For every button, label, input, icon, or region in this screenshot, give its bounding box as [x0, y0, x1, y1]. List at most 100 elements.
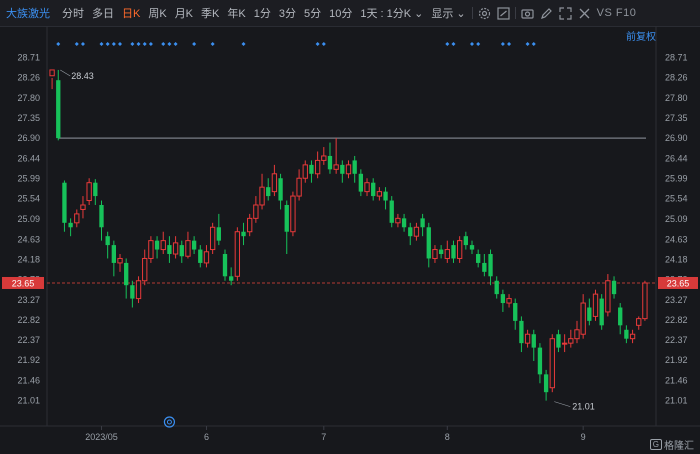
tab-5[interactable]: 季K: [197, 5, 223, 21]
y-tick-right: 24.63: [665, 234, 688, 244]
y-tick-left: 22.82: [17, 315, 40, 325]
candle-body-down: [327, 155, 333, 170]
tab-10[interactable]: 10分: [325, 5, 356, 21]
candle-body-down: [401, 218, 407, 228]
tab-11[interactable]: 1天 : 1分K ⌄: [356, 5, 427, 21]
candle-body-up: [247, 217, 253, 233]
dividend-marker: [136, 42, 141, 46]
candle-body-up: [253, 204, 259, 219]
candle-body-down: [68, 222, 73, 228]
camera-icon[interactable]: [518, 7, 537, 20]
candle-body-down: [229, 276, 234, 281]
candle-body-up: [561, 342, 568, 345]
candle-body-down: [124, 262, 129, 286]
y-tick-left: 21.01: [17, 396, 40, 406]
dividend-marker: [142, 42, 147, 46]
dividend-marker: [130, 42, 135, 46]
tab-4[interactable]: 月K: [171, 5, 197, 21]
candle-body-up: [259, 186, 265, 206]
candle-body-up: [172, 242, 179, 255]
close-icon[interactable]: [575, 7, 594, 20]
y-tick-left: 25.09: [17, 214, 40, 224]
candle-body-down: [340, 164, 345, 174]
edit-icon[interactable]: [537, 7, 556, 20]
candle-body-up: [74, 213, 80, 224]
candle-body-up: [203, 251, 210, 264]
candle-body-down: [599, 298, 604, 326]
x-tick-label: 6: [204, 432, 209, 442]
candle-body-down: [408, 227, 413, 237]
tab-7[interactable]: 1分: [250, 5, 275, 21]
divider: [471, 7, 473, 19]
tab-9[interactable]: 5分: [300, 5, 325, 21]
y-tick-left: 21.46: [17, 376, 40, 386]
candle-body-down: [611, 280, 617, 295]
candle-body-up: [580, 302, 586, 335]
candle-body-down: [198, 249, 203, 263]
tab-3[interactable]: 周K: [144, 5, 170, 21]
candle-body-down: [463, 236, 468, 246]
candle-body-down: [469, 245, 475, 250]
candle-body-up: [592, 293, 599, 317]
candle-body-down: [618, 307, 623, 326]
candle-body-down: [130, 285, 135, 299]
candle-body-up: [185, 240, 191, 257]
expand-icon[interactable]: [556, 6, 575, 20]
y-tick-right: 27.35: [665, 113, 688, 123]
candle-body-down: [222, 254, 228, 277]
tab-8[interactable]: 3分: [275, 5, 300, 21]
y-tick-right: 27.80: [665, 93, 688, 103]
candle-body-up: [574, 329, 580, 340]
y-tick-right: 26.90: [665, 133, 688, 143]
candle-body-up: [444, 249, 450, 259]
annotation-leader: [60, 69, 71, 77]
candle-body-up: [296, 177, 302, 197]
y-tick-right: 25.09: [665, 214, 688, 224]
x-tick-label: 9: [581, 432, 586, 442]
current-price-right: 23.65: [667, 278, 690, 288]
tab-0[interactable]: 分时: [58, 5, 88, 21]
candle-body-up: [333, 164, 339, 170]
candle-body-up: [413, 226, 420, 237]
gear-icon[interactable]: [475, 7, 494, 20]
tab-2[interactable]: 日K: [118, 5, 144, 21]
candle-body-down: [154, 240, 160, 250]
tab-12[interactable]: 显示 ⌄: [427, 5, 469, 21]
tab-1[interactable]: 多日: [88, 5, 118, 21]
candle-body-up: [135, 280, 142, 300]
candle-body-down: [383, 191, 388, 201]
candle-body-down: [371, 182, 376, 197]
candle-body-up: [642, 282, 648, 320]
candlestick-chart[interactable]: 28.71 28.71 28.26 28.26 27.80 27.80 27.35 27.35…: [0, 26, 700, 454]
candle-body-up: [80, 204, 86, 210]
y-tick-left: 26.90: [17, 133, 40, 143]
candle-body-down: [99, 204, 104, 228]
y-tick-left: 28.71: [17, 52, 40, 62]
dividend-marker: [445, 42, 450, 46]
candle-body-up: [314, 159, 321, 175]
dividend-marker: [210, 42, 215, 46]
y-tick-left: 28.26: [17, 73, 40, 83]
dividend-marker: [470, 42, 475, 46]
candle-body-down: [519, 320, 524, 344]
compare-icon[interactable]: [494, 6, 513, 20]
dividend-marker: [74, 42, 79, 46]
candle-body-up: [117, 257, 123, 264]
candle-body-up: [302, 164, 308, 179]
dividend-marker: [241, 42, 246, 46]
candle-body-down: [494, 280, 499, 295]
y-tick-left: 22.37: [17, 335, 40, 345]
dividend-marker: [56, 42, 61, 46]
y-tick-left: 25.54: [17, 194, 40, 204]
y-tick-right: 22.37: [665, 335, 688, 345]
dividend-marker: [118, 42, 123, 46]
annotation-label: 28.43: [71, 71, 94, 81]
candle-body-down: [105, 236, 110, 246]
vs-f10-button[interactable]: VS F10: [594, 7, 640, 19]
candle-body-down: [500, 294, 506, 304]
stock-name[interactable]: 大族激光: [0, 5, 58, 21]
candle-body-down: [451, 245, 456, 259]
tab-6[interactable]: 年K: [223, 5, 249, 21]
candle-body-up: [345, 164, 352, 175]
dividend-marker: [99, 42, 104, 46]
